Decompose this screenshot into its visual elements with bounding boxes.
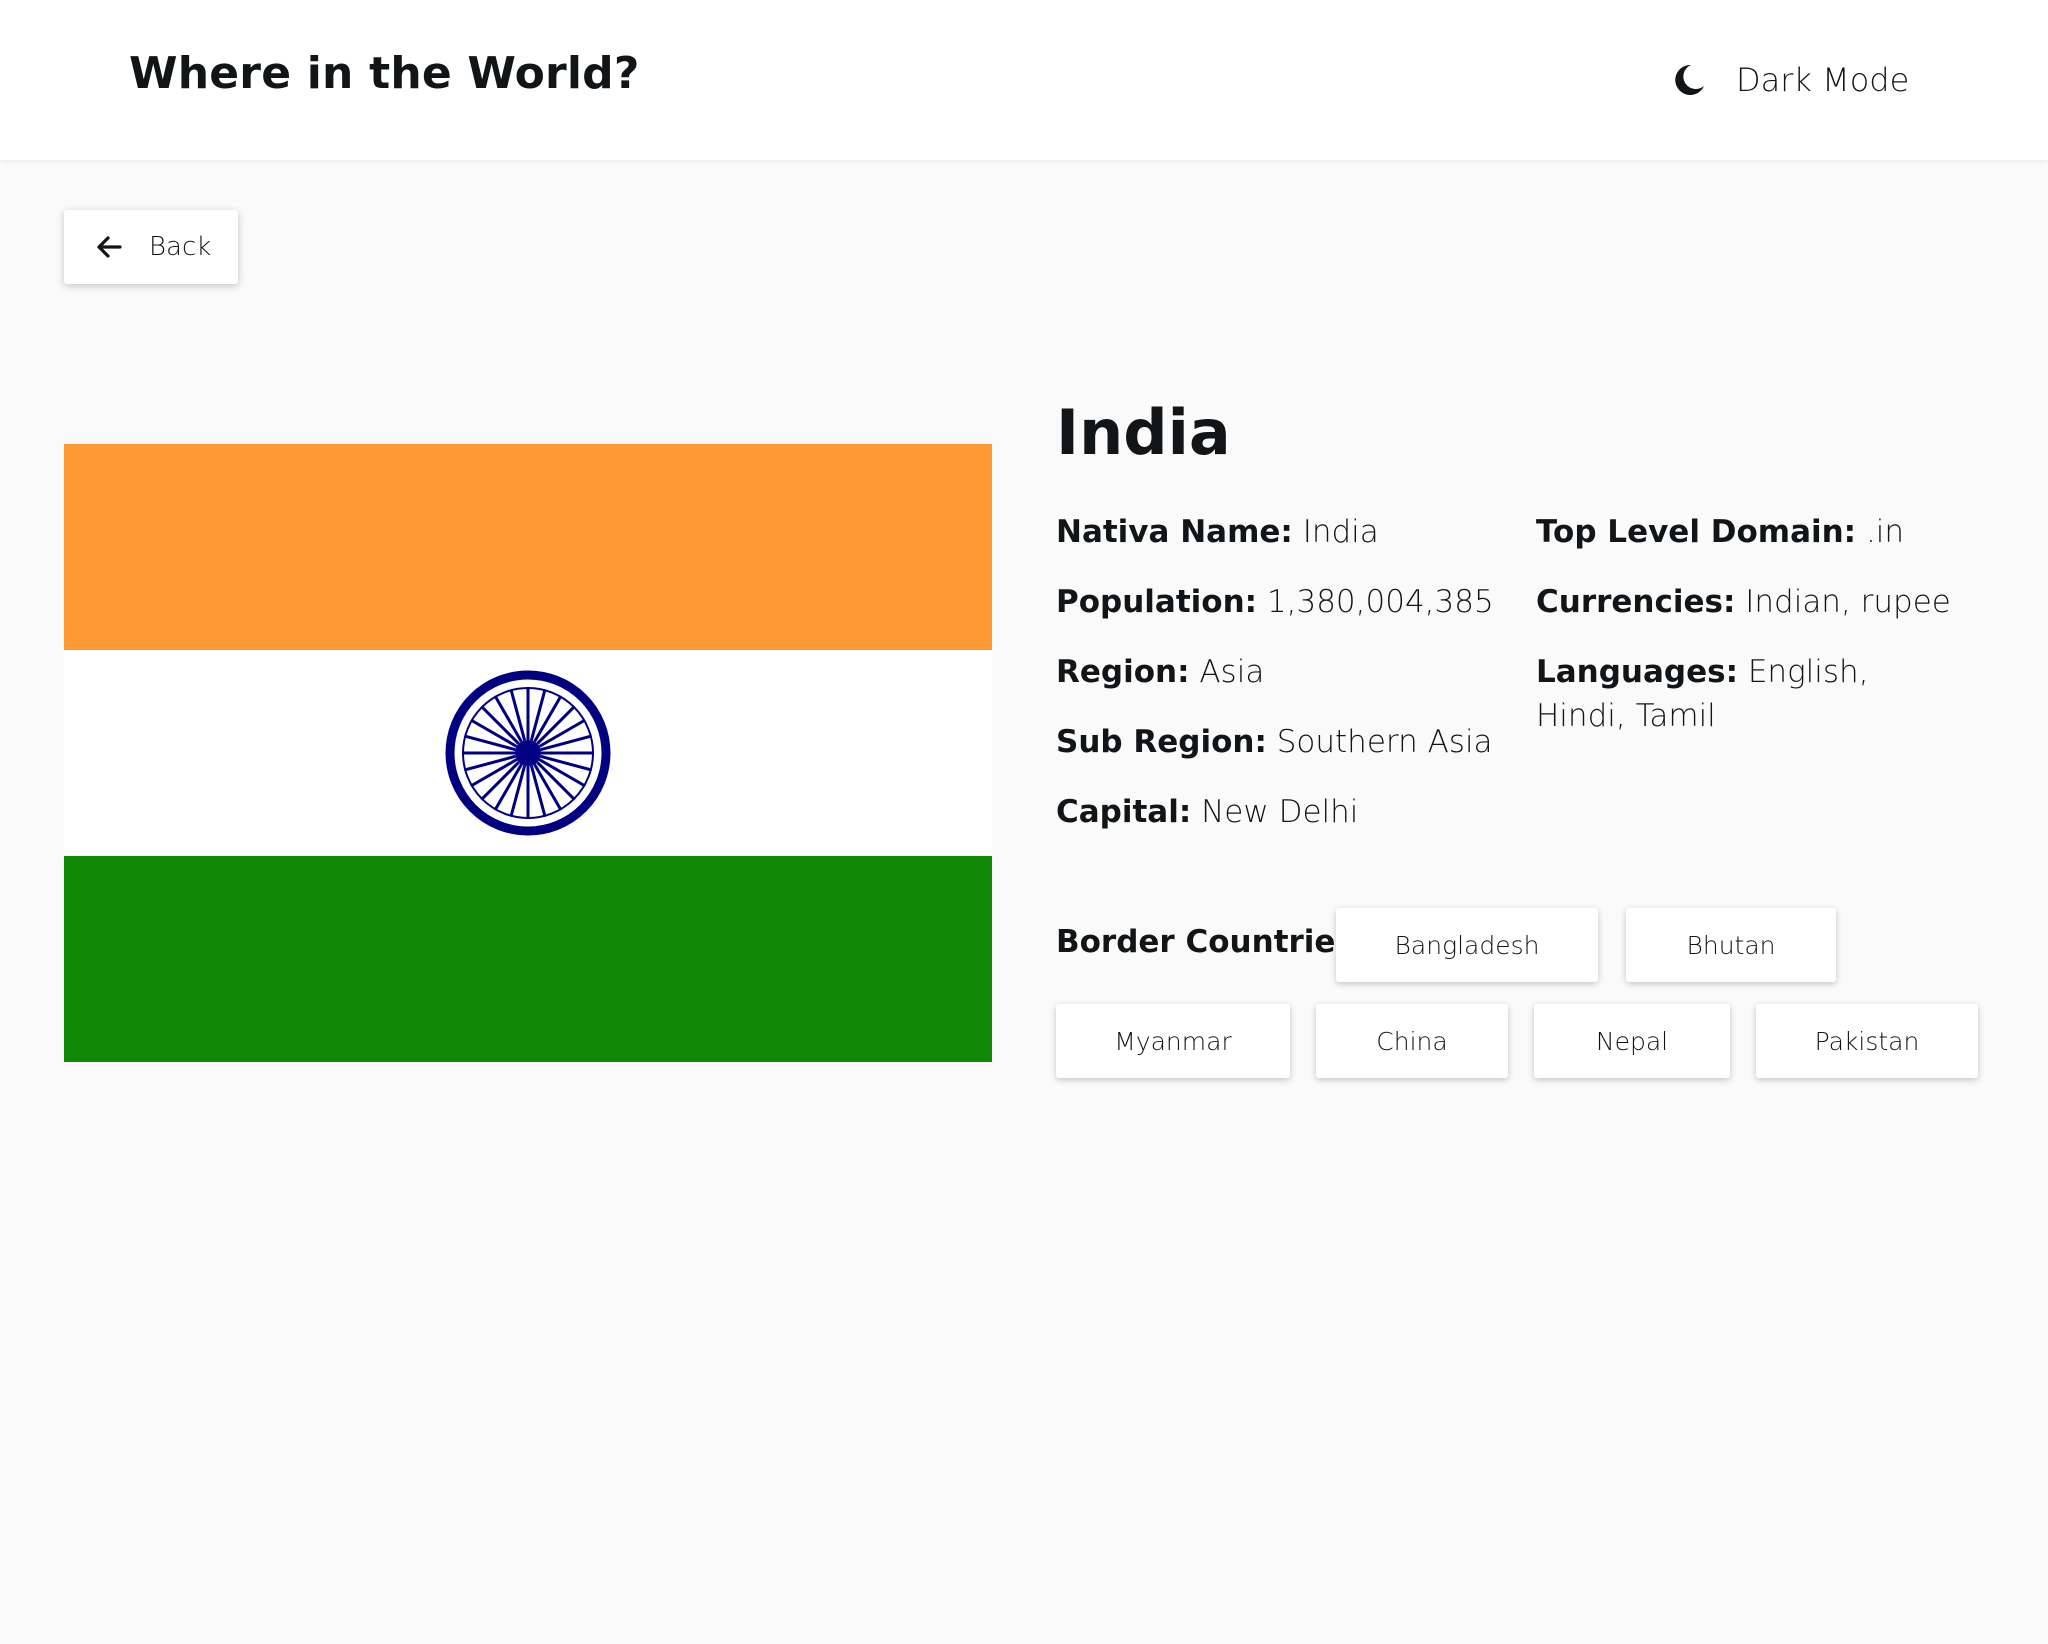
- languages-row: Languages: English, Hindi, Tamil: [1536, 650, 1966, 738]
- back-button[interactable]: Back: [64, 210, 238, 284]
- dark-mode-toggle[interactable]: Dark Mode: [1672, 52, 1909, 108]
- region-row: Region: Asia: [1056, 650, 1494, 694]
- native-name-key: Nativa Name:: [1056, 514, 1293, 550]
- moon-icon: [1675, 64, 1704, 95]
- currencies-key: Currencies:: [1536, 584, 1736, 620]
- top-level-domain-key: Top Level Domain:: [1536, 514, 1857, 550]
- border-country-chip[interactable]: Nepal: [1534, 1004, 1730, 1078]
- currencies-row: Currencies: Indian, rupee: [1536, 580, 1966, 624]
- india-flag: [64, 444, 992, 1062]
- country-name: India: [1056, 396, 1231, 469]
- details-right: Top Level Domain: .in Currencies: Indian…: [1536, 510, 1966, 764]
- ashoka-chakra-icon: [445, 670, 611, 836]
- capital-value: New Delhi: [1201, 794, 1359, 830]
- population-value: 1,380,004,385: [1266, 584, 1494, 620]
- native-name-value: India: [1302, 514, 1379, 550]
- app-header: Where in the World? Dark Mode: [0, 0, 2048, 160]
- population-row: Population: 1,380,004,385: [1056, 580, 1494, 624]
- border-country-chip[interactable]: Bangladesh: [1336, 908, 1598, 982]
- capital-row: Capital: New Delhi: [1056, 790, 1494, 834]
- sub-region-key: Sub Region:: [1056, 724, 1267, 760]
- border-countries-label: Border Countries:: [1056, 924, 1367, 960]
- currencies-value: Indian, rupee: [1745, 584, 1951, 620]
- native-name-row: Nativa Name: India: [1056, 510, 1494, 554]
- flag-green-band: [64, 856, 992, 1062]
- dark-mode-label: Dark Mode: [1736, 61, 1910, 99]
- flag-saffron-band: [64, 444, 992, 650]
- border-country-chip[interactable]: China: [1316, 1004, 1508, 1078]
- population-key: Population:: [1056, 584, 1258, 620]
- back-label: Back: [149, 232, 212, 262]
- region-key: Region:: [1056, 654, 1190, 690]
- top-level-domain-value: .in: [1865, 514, 1905, 550]
- border-country-chip[interactable]: Myanmar: [1056, 1004, 1290, 1078]
- border-country-chip[interactable]: Bhutan: [1626, 908, 1836, 982]
- details-left: Nativa Name: India Population: 1,380,004…: [1056, 510, 1494, 860]
- arrow-left-icon: [97, 236, 122, 258]
- sub-region-row: Sub Region: Southern Asia: [1056, 720, 1494, 764]
- app-title: Where in the World?: [129, 48, 640, 99]
- sub-region-value: Southern Asia: [1276, 724, 1493, 760]
- region-value: Asia: [1199, 654, 1265, 690]
- capital-key: Capital:: [1056, 794, 1192, 830]
- top-level-domain-row: Top Level Domain: .in: [1536, 510, 1966, 554]
- border-country-chip[interactable]: Pakistan: [1756, 1004, 1978, 1078]
- languages-key: Languages:: [1536, 654, 1738, 690]
